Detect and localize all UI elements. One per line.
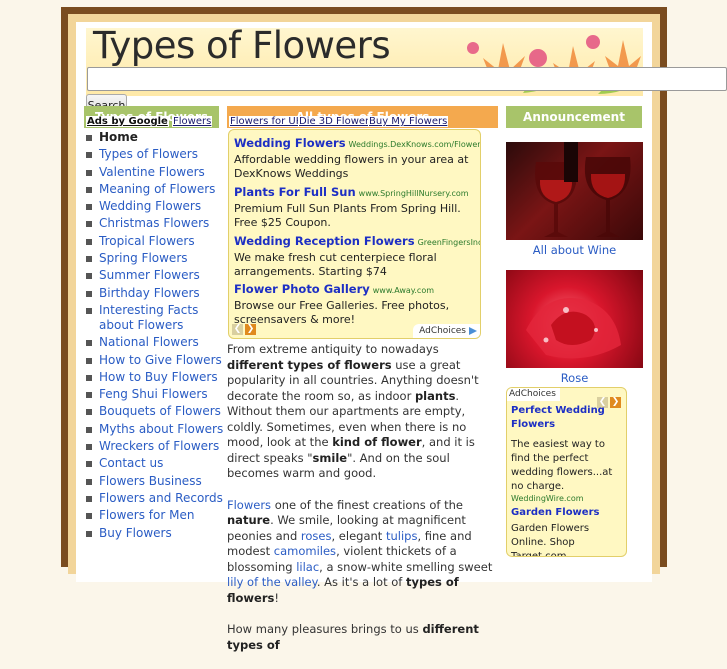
announcement-header: Announcement xyxy=(506,106,642,128)
ad-title[interactable]: Flower Photo Gallery xyxy=(234,282,370,296)
sidebar-menu: Home Types of Flowers Valentine Flowers … xyxy=(86,130,226,543)
ad-item[interactable]: Plants For Full Sun www.SpringHillNursery… xyxy=(234,185,474,230)
ad-url[interactable]: Weddings.DexKnows.com/Flowers xyxy=(349,140,480,149)
rose-photo[interactable] xyxy=(506,270,643,368)
link-lilac[interactable]: lilac xyxy=(296,560,319,574)
link-roses[interactable]: roses xyxy=(301,529,332,543)
menu-item[interactable]: Birthday Flowers xyxy=(86,286,226,303)
wine-photo[interactable] xyxy=(506,142,643,240)
menu-item[interactable]: Wreckers of Flowers xyxy=(86,439,226,456)
adchoices-link[interactable]: AdChoices xyxy=(507,388,560,401)
ad-item[interactable]: Perfect Wedding Flowers The easiest way … xyxy=(511,404,623,503)
ad-item[interactable]: Wedding Flowers Weddings.DexKnows.com/Flo… xyxy=(234,136,480,181)
ad-url[interactable]: WeddingWire.com xyxy=(511,494,623,503)
rose-image xyxy=(526,298,621,359)
ad-link[interactable]: Die 3D Flowers xyxy=(298,116,376,127)
article-paragraph: From extreme antiquity to nowadays diffe… xyxy=(227,342,479,480)
ad-url[interactable]: GreenFingersInc.com xyxy=(418,238,480,247)
menu-item[interactable]: Flowers and Records xyxy=(86,491,226,508)
search-input[interactable] xyxy=(87,67,727,91)
ad-title[interactable]: Perfect Wedding Flowers xyxy=(511,404,623,432)
article-paragraph: Flowers one of the finest creations of t… xyxy=(227,497,493,605)
ads-by-google-link[interactable]: Ads by Google xyxy=(86,116,169,127)
ad-description: We make fresh cut centerpiece floral arr… xyxy=(234,251,437,278)
menu-item[interactable]: Wedding Flowers xyxy=(86,199,226,216)
link-camomiles[interactable]: camomiles xyxy=(274,544,336,558)
ad-description: Premium Full Sun Plants From Spring Hill… xyxy=(234,202,461,229)
ad-description: The easiest way to find the perfect wedd… xyxy=(511,439,613,492)
menu-item[interactable]: How to Give Flowers xyxy=(86,353,226,370)
wine-glasses-image xyxy=(535,142,631,237)
sidebar-ads-box: AdChoices ❮ ❯ Perfect Wedding Flowers The… xyxy=(506,387,627,557)
ad-url[interactable]: www.Away.com xyxy=(373,286,434,295)
menu-item[interactable]: Bouquets of Flowers xyxy=(86,404,226,421)
ad-item[interactable]: Garden Flowers Garden Flowers Online. Sh… xyxy=(511,506,623,557)
menu-item[interactable]: Contact us xyxy=(86,456,226,473)
ad-description: Affordable wedding flowers in your area … xyxy=(234,153,469,180)
wine-caption-link[interactable]: All about Wine xyxy=(506,243,643,257)
site-title: Types of Flowers xyxy=(93,24,391,67)
link-lily-of-the-valley[interactable]: lily of the valley xyxy=(227,575,317,589)
menu-item[interactable]: Interesting Facts about Flowers xyxy=(86,303,226,335)
ad-link[interactable]: Flowers xyxy=(172,116,213,127)
ad-item[interactable]: Flower Photo Gallery www.Away.com Browse … xyxy=(234,282,474,327)
menu-item[interactable]: Valentine Flowers xyxy=(86,165,226,182)
ad-item[interactable]: Wedding Reception FlowersGreenFingersInc… xyxy=(234,234,480,279)
ad-title[interactable]: Garden Flowers xyxy=(511,506,623,520)
ad-navigation: ❮ ❯ xyxy=(232,316,258,335)
menu-item[interactable]: Tropical Flowers xyxy=(86,234,226,251)
menu-item[interactable]: Myths about Flowers xyxy=(86,422,226,439)
next-arrow-icon[interactable]: ❯ xyxy=(245,324,256,335)
menu-item[interactable]: Summer Flowers xyxy=(86,268,226,285)
link-tulips[interactable]: tulips xyxy=(386,529,417,543)
ad-description: Browse our Free Galleries. Free photos, … xyxy=(234,299,450,326)
ad-title[interactable]: Plants For Full Sun xyxy=(234,185,356,199)
menu-item[interactable]: How to Buy Flowers xyxy=(86,370,226,387)
menu-item[interactable]: Feng Shui Flowers xyxy=(86,387,226,404)
google-ads-box: Wedding Flowers Weddings.DexKnows.com/Flo… xyxy=(228,129,481,339)
article-paragraph: How many pleasures brings to us differen… xyxy=(227,622,479,652)
adchoices-link[interactable]: AdChoices xyxy=(413,324,480,338)
menu-item[interactable]: Meaning of Flowers xyxy=(86,182,226,199)
menu-item[interactable]: Flowers for Men xyxy=(86,508,226,525)
menu-item[interactable]: Flowers Business xyxy=(86,474,226,491)
ad-url[interactable]: www.SpringHillNursery.com xyxy=(359,189,469,198)
menu-item[interactable]: Christmas Flowers xyxy=(86,216,226,233)
ad-link[interactable]: Flowers for UK xyxy=(229,116,304,127)
link-flowers[interactable]: Flowers xyxy=(227,498,271,512)
menu-item[interactable]: Buy Flowers xyxy=(86,526,226,543)
article-text: From extreme antiquity to nowadays diffe… xyxy=(227,342,497,669)
menu-item[interactable]: National Flowers xyxy=(86,335,226,352)
ad-link[interactable]: Buy My Flowers xyxy=(368,116,449,127)
ad-title[interactable]: Wedding Flowers xyxy=(234,136,346,150)
menu-item[interactable]: Spring Flowers xyxy=(86,251,226,268)
ad-description: Garden Flowers Online. Shop Target.com. xyxy=(511,523,590,557)
menu-item[interactable]: Types of Flowers xyxy=(86,147,226,164)
menu-item-home[interactable]: Home xyxy=(86,130,226,147)
ad-title[interactable]: Wedding Reception Flowers xyxy=(234,234,415,248)
rose-caption-link[interactable]: Rose xyxy=(506,371,643,385)
prev-arrow-icon[interactable]: ❮ xyxy=(232,324,243,335)
